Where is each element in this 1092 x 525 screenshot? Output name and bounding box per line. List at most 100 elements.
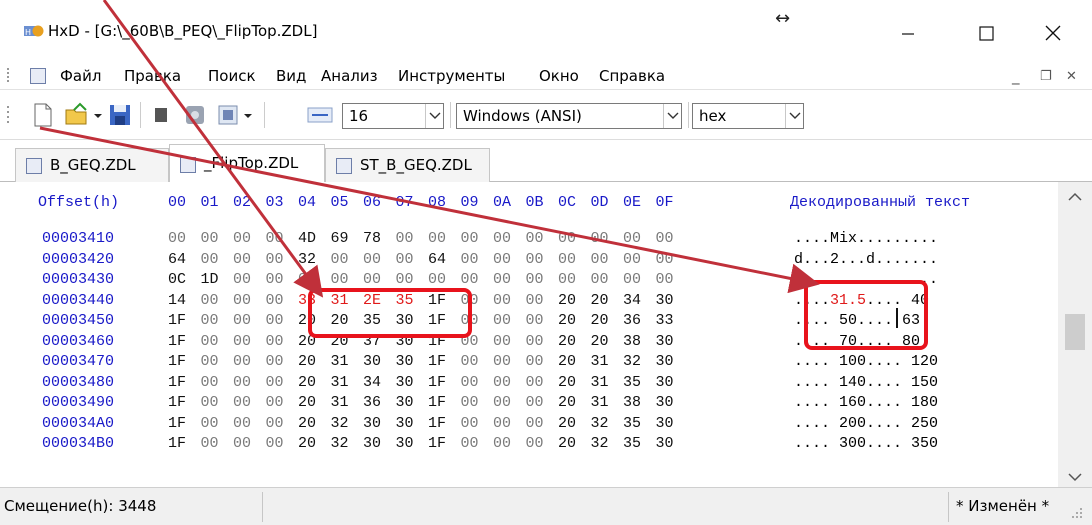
hex-byte[interactable]: 78 — [363, 230, 381, 247]
hex-byte[interactable]: 00 — [461, 394, 479, 411]
hex-byte[interactable]: 00 — [493, 435, 511, 452]
hex-byte[interactable]: 00 — [461, 271, 479, 288]
hex-byte[interactable]: 20 — [558, 292, 576, 309]
hex-byte[interactable]: 00 — [266, 312, 284, 329]
hex-byte[interactable]: 00 — [428, 271, 446, 288]
hex-byte[interactable]: 30 — [396, 394, 414, 411]
close-button[interactable] — [1030, 10, 1076, 54]
hex-byte[interactable]: 32 — [331, 415, 349, 432]
hex-byte[interactable]: 1F — [428, 415, 446, 432]
hex-byte[interactable]: 1F — [168, 353, 186, 370]
mdi-restore-button[interactable]: ❐ — [1040, 69, 1052, 84]
hex-byte[interactable]: 30 — [396, 435, 414, 452]
hex-byte[interactable]: 00 — [558, 251, 576, 268]
cut-icon[interactable] — [150, 102, 172, 128]
mdi-minimize-button[interactable]: _ — [1012, 67, 1020, 85]
hex-byte[interactable]: 32 — [591, 435, 609, 452]
hex-byte[interactable]: 00 — [233, 394, 251, 411]
save-icon[interactable] — [108, 102, 132, 128]
menu-view[interactable]: Вид — [276, 67, 306, 85]
hex-byte[interactable]: 00 — [461, 251, 479, 268]
hex-byte[interactable]: 00 — [656, 271, 674, 288]
bytes-per-row-select[interactable]: 16 — [342, 103, 444, 129]
hex-byte[interactable]: 00 — [266, 394, 284, 411]
hex-byte[interactable]: 31 — [331, 394, 349, 411]
menu-help[interactable]: Справка — [599, 67, 665, 85]
hex-byte[interactable]: 31 — [591, 394, 609, 411]
decoded-text[interactable]: .... 300.... 350 — [794, 435, 938, 452]
hex-byte[interactable]: 30 — [396, 353, 414, 370]
hex-byte[interactable]: 20 — [558, 415, 576, 432]
hex-byte[interactable]: 00 — [461, 435, 479, 452]
hex-byte[interactable]: 00 — [233, 435, 251, 452]
hex-byte[interactable]: 00 — [233, 230, 251, 247]
hex-byte[interactable]: 1F — [168, 374, 186, 391]
open-file-icon[interactable] — [64, 102, 90, 128]
hex-byte[interactable]: 1F — [168, 415, 186, 432]
decoded-text[interactable]: .... 100.... 120 — [794, 353, 938, 370]
hex-byte[interactable]: 00 — [266, 230, 284, 247]
hex-byte[interactable]: 38 — [623, 333, 641, 350]
hex-byte[interactable]: 00 — [493, 374, 511, 391]
hex-byte[interactable]: 30 — [656, 374, 674, 391]
hex-byte[interactable]: 00 — [493, 230, 511, 247]
hex-byte[interactable]: 35 — [623, 435, 641, 452]
hex-byte[interactable]: 20 — [298, 374, 316, 391]
disk-icon[interactable] — [182, 102, 208, 128]
hex-byte[interactable]: 00 — [201, 292, 219, 309]
hex-byte[interactable]: 38 — [623, 394, 641, 411]
hex-byte[interactable]: 00 — [493, 271, 511, 288]
hex-byte[interactable]: 00 — [266, 353, 284, 370]
hex-byte[interactable]: 14 — [168, 292, 186, 309]
decoded-text[interactable]: d...2...d....... — [794, 251, 938, 268]
hex-byte[interactable]: 69 — [331, 230, 349, 247]
hex-byte[interactable]: 00 — [526, 230, 544, 247]
scrollbar-thumb[interactable] — [1065, 314, 1085, 350]
hex-byte[interactable]: 33 — [656, 312, 674, 329]
maximize-button[interactable] — [963, 10, 1009, 54]
hex-byte[interactable]: 36 — [623, 312, 641, 329]
menu-window[interactable]: Окно — [539, 67, 579, 85]
hex-byte[interactable]: 1F — [428, 435, 446, 452]
hex-byte[interactable]: 00 — [233, 415, 251, 432]
scroll-up-icon[interactable] — [1068, 192, 1082, 202]
hex-byte[interactable]: 1D — [201, 271, 219, 288]
hex-byte[interactable]: 30 — [363, 435, 381, 452]
menu-search[interactable]: Поиск — [208, 67, 256, 85]
hex-byte[interactable]: 00 — [493, 333, 511, 350]
hex-byte[interactable]: 00 — [201, 312, 219, 329]
hex-byte[interactable]: 1F — [428, 374, 446, 391]
hex-byte[interactable]: 00 — [493, 292, 511, 309]
tab-st-b-geq[interactable]: ST_B_GEQ.ZDL — [325, 148, 490, 182]
hex-byte[interactable]: 00 — [493, 415, 511, 432]
hex-byte[interactable]: 00 — [201, 230, 219, 247]
hex-byte[interactable]: 20 — [298, 435, 316, 452]
menu-analysis[interactable]: Анализ — [321, 67, 378, 85]
decoded-text[interactable]: .... 140.... 150 — [794, 374, 938, 391]
hex-byte[interactable]: 00 — [526, 271, 544, 288]
hex-byte[interactable]: 00 — [591, 271, 609, 288]
hex-byte[interactable]: 00 — [396, 271, 414, 288]
hex-byte[interactable]: 30 — [363, 415, 381, 432]
mdi-close-button[interactable]: ✕ — [1066, 69, 1077, 84]
hex-byte[interactable]: 00 — [526, 312, 544, 329]
hex-byte[interactable]: 32 — [298, 251, 316, 268]
hex-byte[interactable]: 00 — [526, 394, 544, 411]
hex-byte[interactable]: 30 — [656, 353, 674, 370]
hex-byte[interactable]: 35 — [623, 374, 641, 391]
hex-byte[interactable]: 1F — [428, 353, 446, 370]
hex-byte[interactable]: 31 — [591, 353, 609, 370]
new-file-icon[interactable] — [32, 102, 54, 128]
hex-byte[interactable]: 20 — [591, 312, 609, 329]
hex-byte[interactable]: 00 — [591, 230, 609, 247]
hex-byte[interactable]: 00 — [396, 251, 414, 268]
hex-byte[interactable]: 00 — [201, 251, 219, 268]
tab-fliptop[interactable]: _FlipTop.ZDL — [169, 144, 325, 183]
hex-byte[interactable]: 00 — [266, 251, 284, 268]
hex-byte[interactable]: 36 — [363, 394, 381, 411]
hex-byte[interactable]: 00 — [558, 230, 576, 247]
hex-byte[interactable]: 32 — [623, 353, 641, 370]
hex-byte[interactable]: 31 — [591, 374, 609, 391]
hex-byte[interactable]: 00 — [526, 251, 544, 268]
hex-byte[interactable]: 00 — [266, 333, 284, 350]
